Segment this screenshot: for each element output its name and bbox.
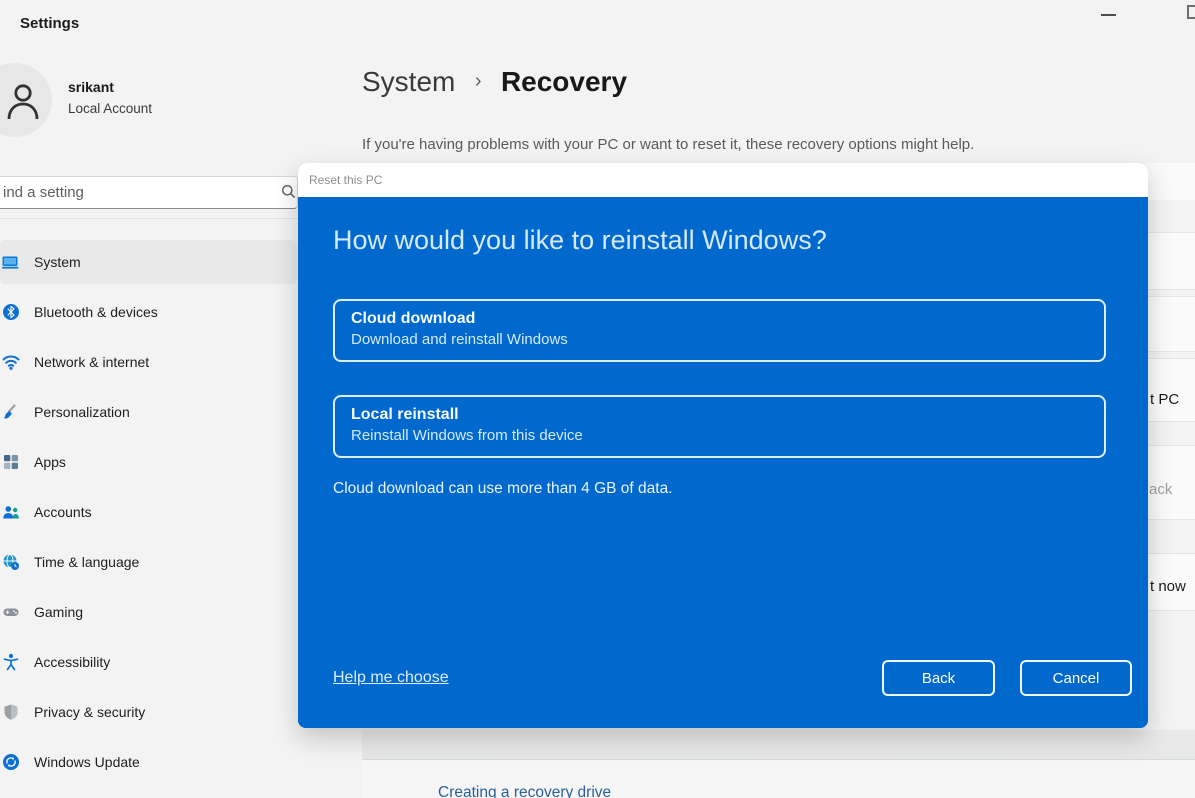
- account-type: Local Account: [68, 101, 153, 116]
- go-back-button-fragment: ack: [1149, 481, 1173, 498]
- divider: [0, 218, 298, 219]
- sidebar-item-system[interactable]: System: [0, 240, 297, 284]
- breadcrumb-recovery: Recovery: [500, 66, 628, 97]
- dialog-title: Reset this PC: [309, 173, 383, 187]
- dialog-body: How would you like to reinstall Windows?…: [298, 197, 1148, 728]
- sidebar-item-label: Network & internet: [34, 354, 150, 370]
- search-icon: [282, 185, 296, 199]
- time-language-icon: [2, 553, 20, 571]
- person-icon: [7, 84, 39, 120]
- cloud-download-option[interactable]: Cloud download Download and reinstall Wi…: [333, 299, 1106, 362]
- sidebar-item-personalization[interactable]: Personalization: [0, 390, 297, 434]
- option-subtitle: Reinstall Windows from this device: [351, 427, 583, 444]
- sidebar-item-time-language[interactable]: Time & language: [0, 540, 297, 584]
- windows-update-icon: [2, 753, 20, 771]
- sidebar-item-label: Windows Update: [34, 754, 140, 770]
- sidebar-item-privacy-security[interactable]: Privacy & security: [0, 690, 297, 734]
- data-usage-note: Cloud download can use more than 4 GB of…: [333, 480, 673, 497]
- system-icon: [2, 253, 20, 271]
- sidebar-item-label: Accessibility: [34, 654, 111, 670]
- avatar[interactable]: [0, 63, 52, 137]
- search-input[interactable]: [0, 176, 298, 209]
- minimize-icon[interactable]: [1101, 14, 1116, 16]
- page-description: If you're having problems with your PC o…: [362, 136, 975, 153]
- personalization-icon: [2, 403, 20, 421]
- sidebar-item-network-internet[interactable]: Network & internet: [0, 340, 297, 384]
- sidebar-item-windows-update[interactable]: Windows Update: [0, 740, 297, 784]
- privacy-icon: [2, 703, 20, 721]
- option-title: Cloud download: [351, 310, 476, 327]
- sidebar-item-label: Personalization: [34, 404, 130, 420]
- cancel-button[interactable]: Cancel: [1020, 660, 1132, 696]
- settings-window: Settings srikant Local Account System Bl…: [0, 0, 1195, 798]
- sidebar-item-label: System: [34, 254, 81, 270]
- option-title: Local reinstall: [351, 406, 459, 423]
- sidebar-item-label: Accounts: [34, 504, 92, 520]
- sidebar-item-label: Gaming: [34, 604, 84, 620]
- breadcrumb: System › Recovery: [362, 66, 627, 108]
- accounts-icon: [2, 503, 20, 521]
- option-subtitle: Download and reinstall Windows: [351, 331, 568, 348]
- sidebar-item-accounts[interactable]: Accounts: [0, 490, 297, 534]
- restart-now-button-fragment[interactable]: t now: [1150, 578, 1186, 595]
- sidebar-item-bluetooth-devices[interactable]: Bluetooth & devices: [0, 290, 297, 334]
- sidebar-item-apps[interactable]: Apps: [0, 440, 297, 484]
- accessibility-icon: [2, 653, 20, 671]
- breadcrumb-system[interactable]: System: [362, 66, 455, 97]
- help-me-choose-link[interactable]: Help me choose: [333, 669, 449, 687]
- sidebar-item-label: Apps: [34, 454, 66, 470]
- local-reinstall-option[interactable]: Local reinstall Reinstall Windows from t…: [333, 395, 1106, 458]
- bluetooth-icon: [2, 303, 20, 321]
- chevron-right-icon: ›: [474, 70, 482, 92]
- sidebar-item-label: Privacy & security: [34, 704, 146, 720]
- reset-pc-dialog: Reset this PC How would you like to rein…: [298, 163, 1148, 728]
- network-icon: [2, 353, 20, 371]
- account-name: srikant: [68, 79, 114, 95]
- sidebar-item-label: Bluetooth & devices: [34, 304, 158, 320]
- apps-icon: [2, 453, 20, 471]
- app-title: Settings: [20, 15, 80, 32]
- dialog-heading: How would you like to reinstall Windows?: [333, 225, 827, 255]
- dialog-titlebar: Reset this PC: [298, 163, 1148, 197]
- maximize-icon[interactable]: [1187, 5, 1195, 19]
- reset-pc-button-fragment[interactable]: t PC: [1150, 391, 1179, 408]
- sidebar-item-gaming[interactable]: Gaming: [0, 590, 297, 634]
- back-button[interactable]: Back: [882, 660, 995, 696]
- create-recovery-drive-link[interactable]: Creating a recovery drive: [438, 784, 611, 798]
- gaming-icon: [2, 603, 20, 621]
- section-band: [362, 730, 1195, 759]
- sidebar-item-accessibility[interactable]: Accessibility: [0, 640, 297, 684]
- sidebar-item-label: Time & language: [34, 554, 140, 570]
